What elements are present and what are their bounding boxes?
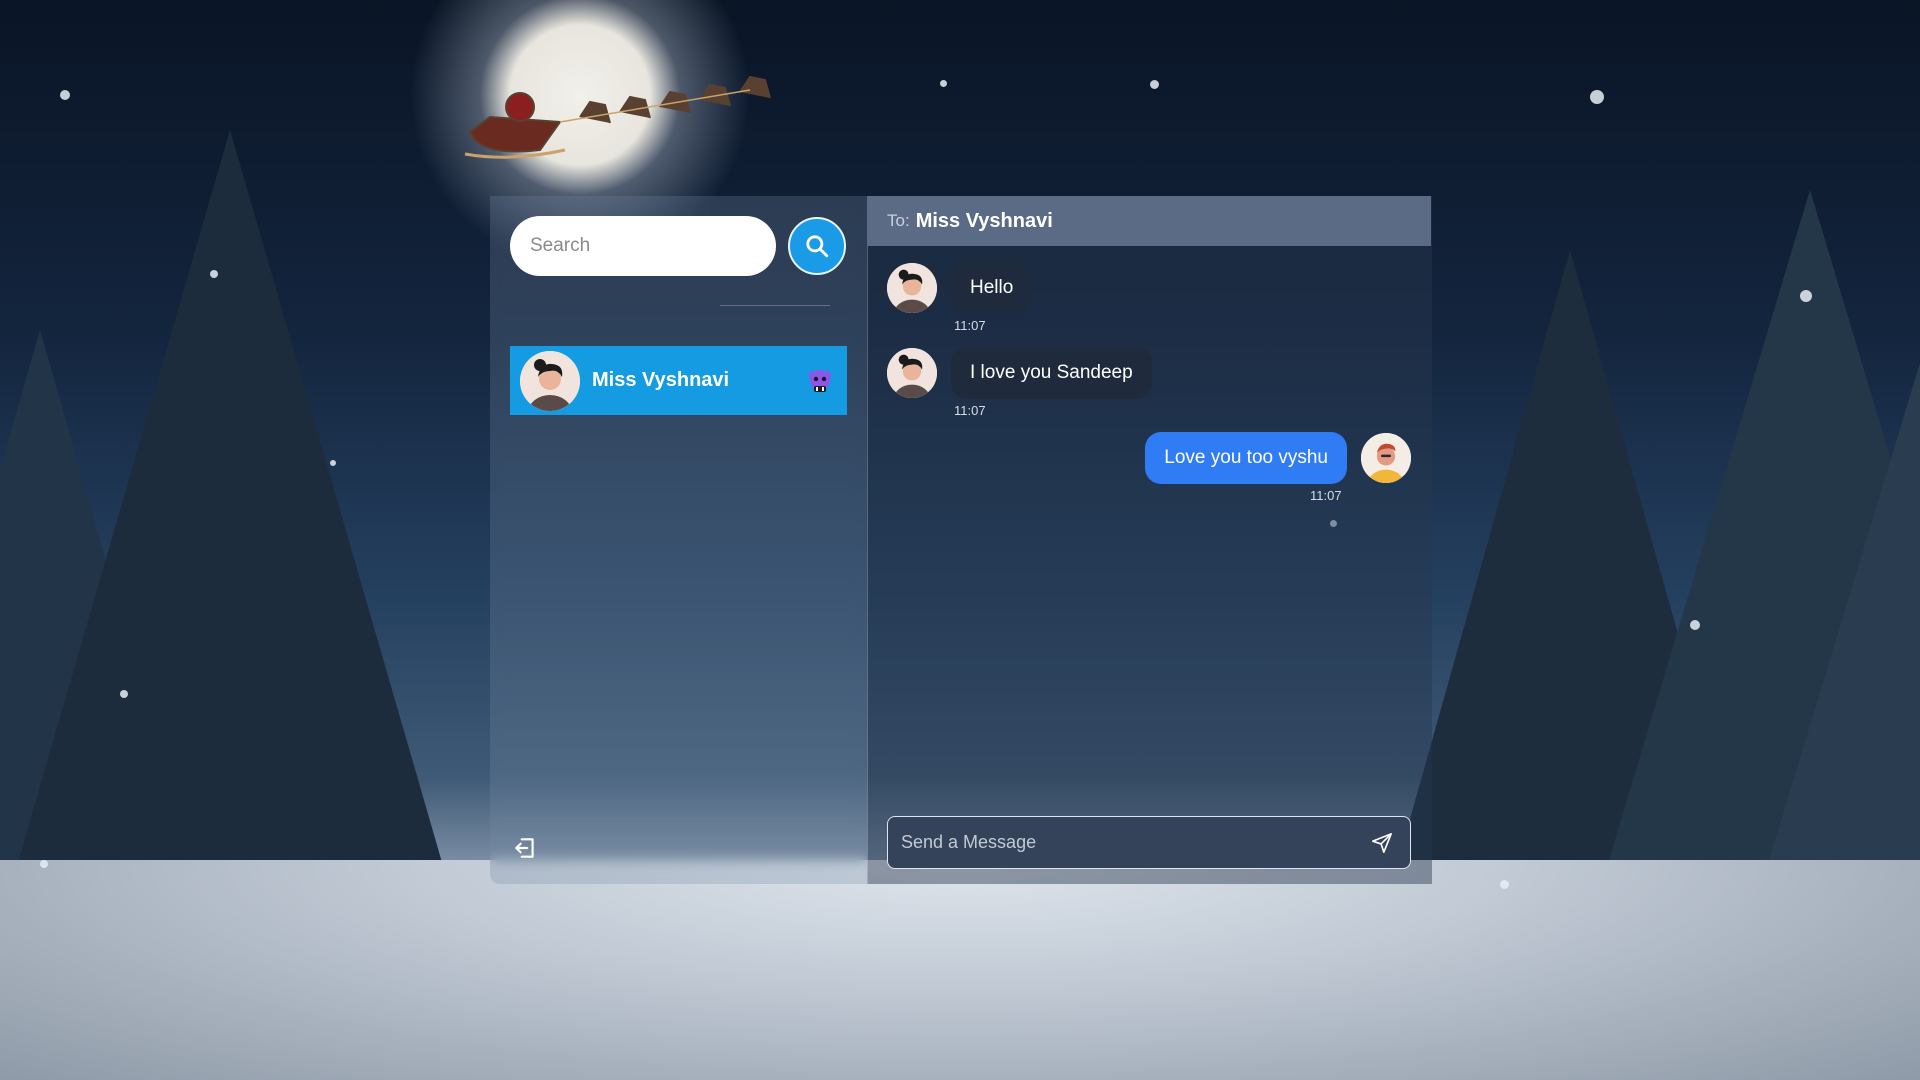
contact-name: Miss Vyshnavi <box>592 369 730 391</box>
message-bubble: Hello <box>951 262 1033 314</box>
search-button[interactable] <box>788 217 846 275</box>
avatar <box>520 350 580 411</box>
snowflake <box>40 860 48 868</box>
avatar <box>887 263 937 313</box>
snowflake <box>60 90 70 100</box>
snowflake <box>1690 620 1700 630</box>
snowflake <box>330 460 336 466</box>
recipient-name: Miss Vyshnavi <box>915 209 1053 232</box>
send-icon <box>1372 832 1392 853</box>
snowflake <box>940 80 947 87</box>
snowflake <box>1590 90 1604 104</box>
message-composer <box>887 816 1411 869</box>
avatar <box>887 348 937 398</box>
message-time: 11:07 <box>954 318 986 333</box>
message-bubble: I love you Sandeep <box>951 347 1152 399</box>
to-label: To: <box>887 211 910 230</box>
logout-icon <box>515 838 534 858</box>
message-row: I love you Sandeep <box>887 347 1152 399</box>
snowflake <box>210 270 218 278</box>
chat-header: To: Miss Vyshnavi <box>867 196 1431 246</box>
message-time: 11:07 <box>954 403 986 418</box>
send-button[interactable] <box>1362 823 1402 863</box>
avatar <box>1361 433 1411 483</box>
message-row: Love you too vyshu <box>1145 432 1411 484</box>
group-icon <box>809 370 831 392</box>
snowflake <box>120 690 128 698</box>
message-input[interactable] <box>888 816 1362 869</box>
divider <box>720 305 830 306</box>
snowflake <box>1500 880 1509 889</box>
snowflake <box>1150 80 1159 89</box>
message-bubble: Love you too vyshu <box>1145 432 1347 484</box>
search-icon <box>806 235 829 258</box>
pine-tree <box>10 130 450 890</box>
message-time: 11:07 <box>1310 488 1342 503</box>
snow-ground <box>0 860 1920 1080</box>
search-input[interactable] <box>510 216 776 276</box>
logout-button[interactable] <box>512 835 538 861</box>
contacts-panel <box>490 196 867 884</box>
pine-tree <box>1760 330 1920 890</box>
contact-item[interactable]: Miss Vyshnavi <box>510 346 847 415</box>
snowflake <box>1800 290 1812 302</box>
sleigh-illustration <box>464 75 771 159</box>
message-row: Hello <box>887 262 1033 314</box>
